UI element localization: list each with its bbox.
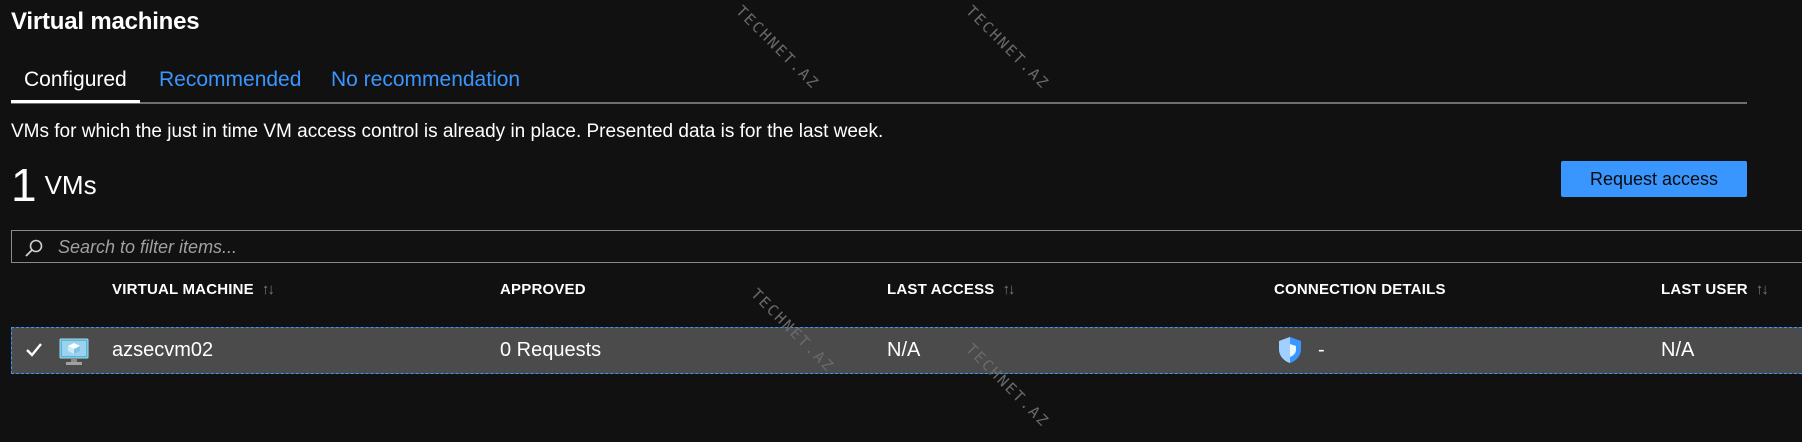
- column-label: VIRTUAL MACHINE: [112, 281, 254, 298]
- page-title: Virtual machines: [11, 8, 200, 35]
- vm-count-unit: VMs: [44, 170, 97, 200]
- column-header-approved: APPROVED: [500, 281, 586, 298]
- shield-icon: [1279, 337, 1301, 363]
- tab-bar: Configured Recommended No recommendation: [11, 62, 1747, 104]
- jit-vm-page: Virtual machines Configured Recommended …: [0, 0, 1802, 442]
- column-header-last-access[interactable]: LAST ACCESS ↑↓: [887, 281, 1016, 298]
- checkmark-icon[interactable]: [24, 340, 44, 360]
- cell-last-user: N/A: [1661, 339, 1695, 361]
- column-label: CONNECTION DETAILS: [1274, 281, 1446, 298]
- column-label: LAST ACCESS: [887, 281, 995, 298]
- sort-icon[interactable]: ↑↓: [1756, 281, 1769, 298]
- page-description: VMs for which the just in time VM access…: [11, 121, 884, 142]
- sort-icon[interactable]: ↑↓: [262, 281, 275, 298]
- sort-icon[interactable]: ↑↓: [1003, 281, 1016, 298]
- filter-search-box: [11, 230, 1802, 264]
- column-header-last-user[interactable]: LAST USER ↑↓: [1661, 281, 1769, 298]
- search-input[interactable]: [56, 231, 1760, 264]
- vm-count: 1 VMs: [11, 160, 97, 210]
- column-label: APPROVED: [500, 281, 586, 298]
- tab-recommended[interactable]: Recommended: [159, 64, 301, 100]
- cell-connection-details: -: [1318, 339, 1325, 361]
- tab-no-recommendation[interactable]: No recommendation: [331, 64, 520, 100]
- cell-virtual-machine[interactable]: azsecvm02: [112, 339, 213, 362]
- column-header-connection-details: CONNECTION DETAILS: [1274, 281, 1446, 298]
- cell-approved: 0 Requests: [500, 339, 602, 361]
- virtual-machine-icon: [59, 338, 89, 365]
- request-access-button[interactable]: Request access: [1561, 161, 1747, 197]
- cell-last-access: N/A: [887, 339, 921, 361]
- search-icon: [25, 239, 43, 257]
- tab-configured[interactable]: Configured: [11, 64, 140, 103]
- table-row[interactable]: azsecvm02 0 Requests N/A - N/A: [11, 327, 1802, 374]
- column-label: LAST USER: [1661, 281, 1748, 298]
- column-header-virtual-machine[interactable]: VIRTUAL MACHINE ↑↓: [112, 281, 275, 298]
- vm-count-number: 1: [11, 159, 37, 211]
